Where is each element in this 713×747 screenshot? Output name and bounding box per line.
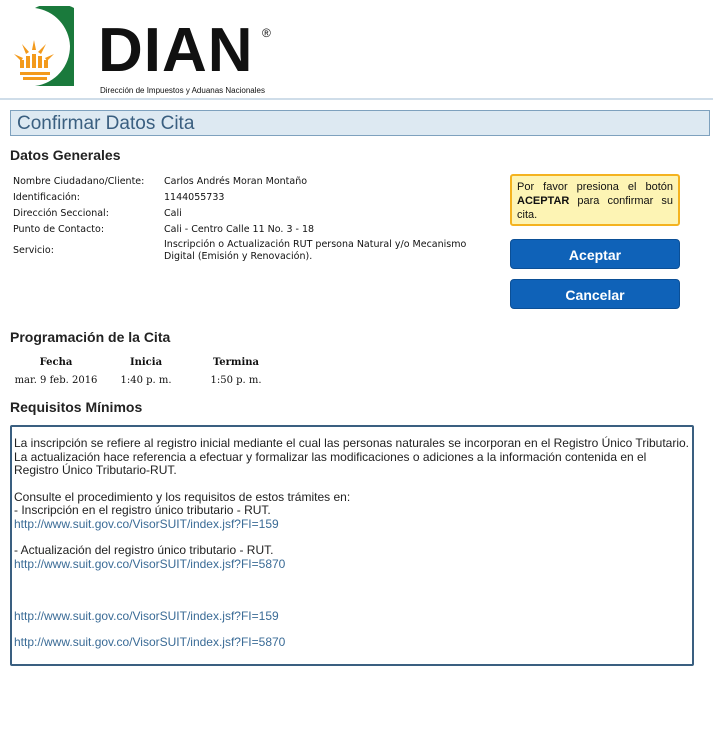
requirement-link-update[interactable]: http://www.suit.gov.co/VisorSUIT/index.j… — [14, 557, 690, 572]
header-divider — [0, 98, 713, 100]
info-label: Nombre Ciudadano/Cliente: — [13, 175, 145, 187]
requirement-link-extra-2[interactable]: http://www.suit.gov.co/VisorSUIT/index.j… — [14, 635, 690, 650]
info-row-seccional: Dirección Seccional: Cali — [10, 205, 497, 221]
schedule-table: Fecha Inicia Termina mar. 9 feb. 2016 1:… — [10, 357, 282, 387]
page-title: Confirmar Datos Cita — [17, 113, 195, 134]
info-row-id: Identificación: 1144055733 — [10, 189, 497, 205]
info-value: Cali - Centro Calle 11 No. 3 - 18 — [164, 223, 315, 235]
notice-text-before: Por favor presiona el botón — [517, 181, 673, 193]
general-heading: Datos Generales — [10, 147, 121, 163]
requirements-intro: La inscripción se refiere al registro in… — [14, 436, 690, 477]
dian-logo: DIAN ® Dirección de Impuestos y Aduanas … — [10, 6, 271, 95]
info-label: Punto de Contacto: — [13, 223, 105, 235]
schedule-end: 1:50 p. m. — [210, 375, 262, 386]
requirement-item-inscription: - Inscripción en el registro único tribu… — [14, 503, 271, 517]
general-info-table: Nombre Ciudadano/Cliente: Carlos Andrés … — [10, 173, 497, 263]
schedule-value-row: mar. 9 feb. 2016 1:40 p. m. 1:50 p. m. — [10, 374, 282, 387]
schedule-start: 1:40 p. m. — [120, 375, 172, 386]
requirement-link-inscription[interactable]: http://www.suit.gov.co/VisorSUIT/index.j… — [14, 517, 690, 532]
brand-subtitle: Dirección de Impuestos y Aduanas Naciona… — [100, 86, 265, 95]
dian-emblem-icon — [14, 6, 74, 86]
page-title-bar: Confirmar Datos Cita — [10, 110, 710, 136]
info-value: Carlos Andrés Moran Montaño — [164, 175, 308, 187]
requirements-box: La inscripción se refiere al registro in… — [10, 425, 694, 666]
schedule-header-row: Fecha Inicia Termina — [10, 357, 282, 374]
schedule-header-date: Fecha — [39, 357, 73, 368]
info-value: 1144055733 — [164, 191, 225, 203]
requirement-item-update: - Actualización del registro único tribu… — [14, 543, 274, 557]
info-row-contact-point: Punto de Contacto: Cali - Centro Calle 1… — [10, 221, 497, 237]
schedule-header-start: Inicia — [129, 357, 163, 368]
info-label: Identificación: — [13, 191, 80, 203]
accept-button[interactable]: Aceptar — [510, 239, 680, 269]
info-value: Inscripción o Actualización RUT persona … — [164, 239, 467, 262]
info-label: Servicio: — [13, 244, 54, 256]
info-row-service: Servicio: Inscripción o Actualización RU… — [10, 237, 497, 263]
requirements-consult: Consulte el procedimiento y los requisit… — [14, 489, 351, 504]
schedule-heading: Programación de la Cita — [10, 329, 171, 345]
registered-mark: ® — [262, 26, 271, 40]
confirm-notice: Por favor presiona el botón ACEPTAR para… — [510, 174, 680, 226]
brand-name: DIAN — [98, 16, 254, 85]
notice-strong: ACEPTAR — [517, 195, 570, 207]
schedule-header-end: Termina — [212, 357, 260, 368]
cancel-button[interactable]: Cancelar — [510, 279, 680, 309]
info-row-name: Nombre Ciudadano/Cliente: Carlos Andrés … — [10, 173, 497, 189]
requirement-link-extra-1[interactable]: http://www.suit.gov.co/VisorSUIT/index.j… — [14, 609, 690, 624]
info-value: Cali — [164, 207, 182, 219]
info-label: Dirección Seccional: — [13, 207, 109, 219]
schedule-date: mar. 9 feb. 2016 — [14, 375, 98, 386]
requirements-heading: Requisitos Mínimos — [10, 399, 143, 415]
